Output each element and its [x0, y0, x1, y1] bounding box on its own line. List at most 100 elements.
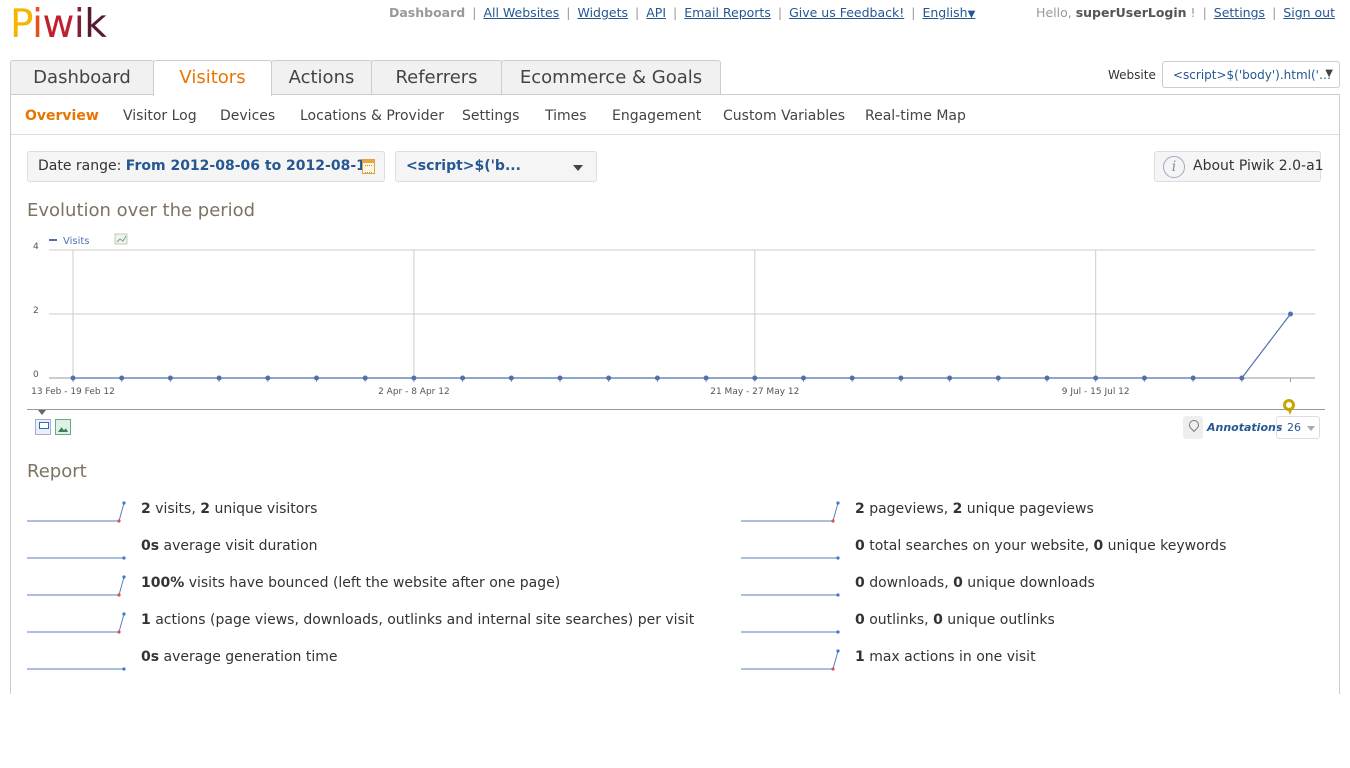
subnav-times[interactable]: Times	[545, 108, 587, 124]
sparkline-min-point	[831, 519, 835, 523]
sparkline-line	[27, 613, 125, 633]
metric-label: total searches on your website,	[864, 538, 1094, 554]
period-pointer-icon	[38, 410, 46, 415]
metric-label: pageviews,	[864, 501, 953, 517]
date-range-selector[interactable]: Date range: From 2012-08-06 to 2012-08-1…	[27, 151, 385, 182]
legend-label-visits: Visits	[63, 236, 90, 247]
piwik-logo[interactable]: Piwik	[10, 2, 107, 47]
data-point	[411, 375, 417, 381]
metric-value: 0s	[141, 649, 160, 665]
topnav-feedback-link[interactable]: Give us Feedback!	[789, 5, 904, 20]
sparkline[interactable]	[741, 643, 841, 671]
data-point	[606, 375, 612, 381]
settings-link[interactable]: Settings	[1214, 5, 1265, 20]
sparkline[interactable]	[741, 532, 841, 560]
export-image-icon[interactable]	[55, 419, 71, 435]
subnav-settings[interactable]: Settings	[462, 108, 519, 124]
periods-count-select[interactable]: 26	[1276, 416, 1320, 439]
sign-out-link[interactable]: Sign out	[1283, 5, 1335, 20]
subnav-custom-variables[interactable]: Custom Variables	[723, 108, 845, 124]
x-tick-label: 9 Jul - 15 Jul 12	[1062, 387, 1130, 397]
sparkline-end-point	[836, 556, 840, 560]
topnav-email-reports-link[interactable]: Email Reports	[684, 5, 771, 20]
metric-label: visits have bounced (left the website af…	[184, 575, 561, 591]
sparkline-end-point	[122, 612, 126, 616]
subnav-overview[interactable]: Overview	[25, 108, 99, 124]
tab-referrers[interactable]: Referrers	[371, 60, 502, 95]
tab-ecommerce-goals[interactable]: Ecommerce & Goals	[501, 60, 721, 95]
tab-actions[interactable]: Actions	[271, 60, 372, 95]
topnav-all-websites-link[interactable]: All Websites	[483, 5, 559, 20]
sparkline[interactable]	[741, 569, 841, 597]
data-point	[557, 375, 563, 381]
metric-value: 2	[855, 501, 865, 517]
evolution-chart-svg: 0 2 4 13 Feb - 19 Feb 12 2 Apr - 8 Apr 12 21 …	[31, 233, 1315, 397]
subnav-devices[interactable]: Devices	[220, 108, 275, 124]
subnav-locations-provider[interactable]: Locations & Provider	[300, 108, 444, 124]
data-point	[849, 375, 855, 381]
metric-label: unique keywords	[1103, 538, 1227, 554]
data-point	[1141, 375, 1147, 381]
series-picker-icon	[114, 233, 128, 245]
metric-value: 0	[1093, 538, 1104, 554]
logo-letter: i	[32, 2, 43, 47]
sparkline[interactable]	[27, 532, 127, 560]
topnav-widgets-link[interactable]: Widgets	[577, 5, 628, 20]
report-metric-text: 1 actions (page views, downloads, outlin…	[141, 612, 694, 628]
annotation-pin-icon[interactable]	[1183, 416, 1203, 439]
sparkline[interactable]	[27, 643, 127, 671]
data-point	[1190, 375, 1196, 381]
subnav-realtime-map[interactable]: Real-time Map	[865, 108, 966, 124]
report-metric-text: 0s average generation time	[141, 649, 338, 665]
greeting: Hello,	[1036, 5, 1072, 20]
series-line-visits	[73, 313, 1291, 379]
evolution-graph[interactable]: 0 2 4 13 Feb - 19 Feb 12 2 Apr - 8 Apr 12 21 …	[27, 230, 1325, 430]
metric-label: max actions in one visit	[864, 649, 1036, 665]
data-point	[1288, 311, 1293, 317]
logo-letter: w	[42, 2, 75, 47]
data-point	[167, 375, 173, 381]
annotation-marker-icon[interactable]	[1283, 399, 1295, 415]
metric-value: 0	[855, 575, 865, 591]
sparkline[interactable]	[27, 495, 127, 523]
about-piwik-button[interactable]: i About Piwik 2.0-a1	[1154, 151, 1324, 182]
annotations-link[interactable]: Annotations	[1207, 421, 1282, 434]
topnav-api-link[interactable]: API	[646, 5, 666, 20]
data-point	[1239, 375, 1245, 381]
language-selector[interactable]: English▼	[922, 5, 975, 20]
report-title: Report	[27, 461, 87, 482]
x-tick-label: 21 May - 27 May 12	[710, 387, 799, 397]
subnav-visitor-log[interactable]: Visitor Log	[123, 108, 197, 124]
sparkline[interactable]	[27, 569, 127, 597]
date-range-label: Date range:	[38, 158, 122, 174]
metric-value: 2	[952, 501, 963, 517]
chevron-down-icon	[1307, 426, 1315, 431]
segment-selector[interactable]: <script>$('b...	[395, 151, 597, 182]
sparkline-min-point	[117, 593, 121, 597]
tab-dashboard[interactable]: Dashboard	[10, 60, 154, 95]
data-point	[703, 375, 709, 381]
evolution-title: Evolution over the period	[27, 200, 256, 221]
website-selector-value: <script>$('body').html('…	[1173, 68, 1331, 82]
sparkline-min-point	[117, 630, 121, 634]
sparkline-line	[741, 502, 839, 522]
metric-value: 1	[141, 612, 151, 628]
data-point	[119, 375, 125, 381]
sparkline[interactable]	[741, 495, 841, 523]
y-tick-label: 0	[33, 370, 39, 380]
chevron-down-icon	[573, 165, 583, 171]
graph-footer-line	[27, 409, 1325, 410]
sparkline[interactable]	[27, 606, 127, 634]
user-bar: Hello, superUserLogin ! | Settings | Sign ou…	[1036, 5, 1335, 20]
sparkline[interactable]	[741, 606, 841, 634]
website-selector[interactable]: <script>$('body').html('… ▼	[1162, 61, 1340, 88]
sparkline-line	[27, 576, 125, 596]
tab-visitors[interactable]: Visitors	[153, 60, 272, 96]
logo-letter: P	[10, 2, 33, 47]
report-metric-text: 0s average visit duration	[141, 538, 318, 554]
metric-value: 0s	[141, 538, 160, 554]
subnav-engagement[interactable]: Engagement	[612, 108, 701, 124]
metric-label: unique visitors	[210, 501, 318, 517]
report-metric-text: 2 visits, 2 unique visitors	[141, 501, 317, 517]
export-data-icon[interactable]	[35, 419, 51, 435]
